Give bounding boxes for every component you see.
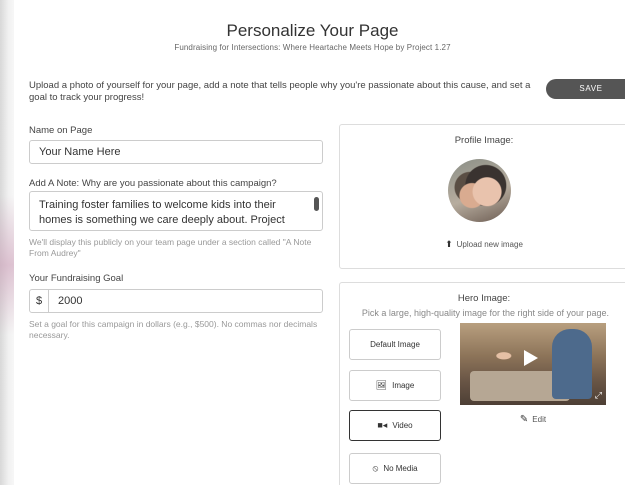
no-media-icon: ⦸ (372, 463, 379, 473)
default-image-button[interactable]: Default Image (349, 329, 441, 360)
thumbnail-person (552, 329, 592, 399)
video-icon: ■◂ (377, 420, 388, 430)
profile-panel-title: Profile Image: (454, 135, 514, 146)
sidebar-edge-accent (0, 195, 14, 335)
note-label: Add A Note: Why are you passionate about… (29, 178, 277, 189)
hero-video-thumbnail[interactable]: ⤢ (460, 323, 606, 405)
edit-label: Edit (532, 415, 547, 424)
upload-icon: ⬆ (445, 239, 453, 249)
page-subtitle: Fundraising for Intersections: Where Hea… (174, 43, 451, 52)
goal-help: Set a goal for this campaign in dollars … (29, 319, 318, 340)
upload-label: Upload new image (456, 240, 523, 249)
name-input[interactable]: Your Name Here (29, 140, 323, 164)
play-icon[interactable] (524, 350, 538, 366)
note-help: We'll display this publicly on your team… (29, 237, 312, 258)
no-media-label: No Media (383, 464, 418, 473)
page-title: Personalize Your Page (226, 21, 399, 40)
image-label: Image (392, 381, 415, 390)
fullscreen-icon[interactable]: ⤢ (595, 390, 602, 401)
default-image-label: Default Image (370, 340, 420, 349)
edit-icon: ✎ (519, 414, 529, 425)
save-button[interactable]: SAVE (546, 79, 625, 99)
video-button[interactable]: ■◂ Video (349, 410, 441, 441)
hero-image-panel: Hero Image: Pick a large, high-quality i… (339, 282, 625, 485)
intro-text: Upload a photo of yourself for your page… (29, 80, 531, 103)
no-media-button[interactable]: ⦸ No Media (349, 453, 441, 484)
note-text: Training foster families to welcome kids… (39, 199, 285, 230)
goal-value: 2000 (58, 295, 83, 307)
note-textarea[interactable]: Training foster families to welcome kids… (29, 191, 323, 231)
goal-label: Your Fundraising Goal (29, 273, 124, 284)
upload-new-image-link[interactable]: ⬆ Upload new image (340, 239, 625, 250)
video-label: Video (392, 421, 413, 430)
goal-input[interactable]: $2000 (29, 289, 323, 313)
edit-hero-link[interactable]: ✎ Edit (460, 414, 606, 425)
currency-prefix: $ (30, 290, 49, 312)
hero-panel-title: Hero Image: (457, 293, 511, 304)
avatar (448, 159, 511, 222)
hero-panel-hint: Pick a large, high-quality image for the… (361, 308, 610, 318)
profile-image-panel: Profile Image: ⬆ Upload new image (339, 124, 625, 269)
image-icon: 🖼 (375, 380, 388, 390)
image-button[interactable]: 🖼 Image (349, 370, 441, 401)
personalize-page: Personalize Your Page Fundraising for In… (14, 0, 625, 485)
name-label: Name on Page (29, 125, 93, 136)
textarea-scrollbar[interactable] (314, 197, 319, 211)
